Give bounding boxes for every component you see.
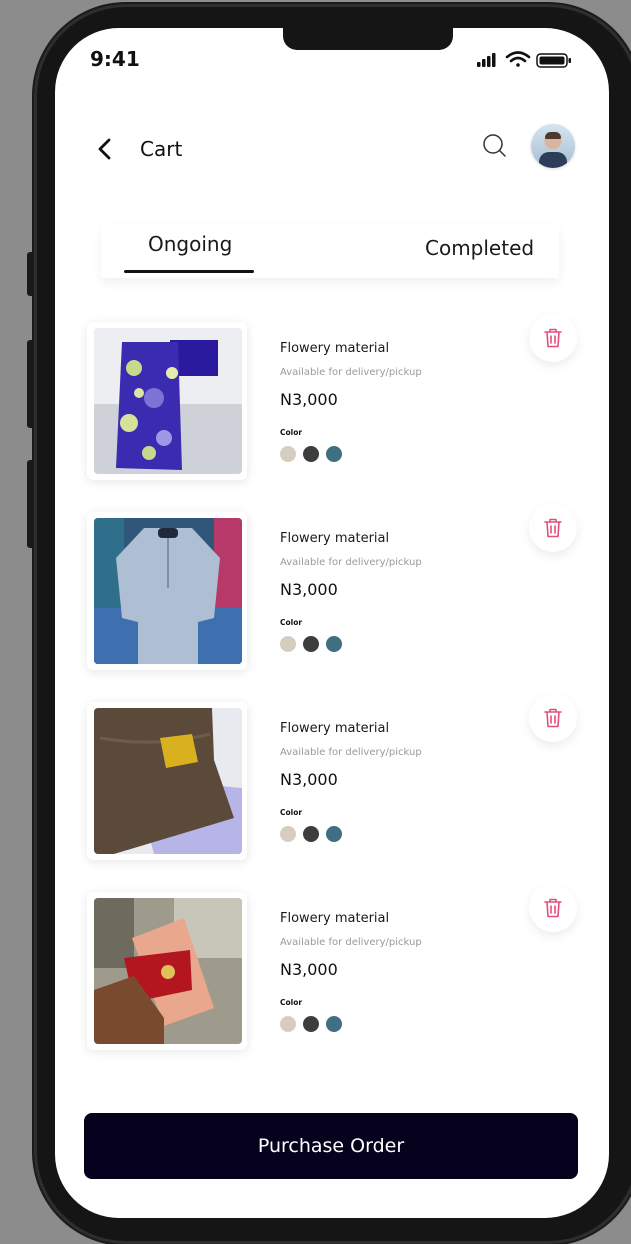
product-name: Flowery material bbox=[280, 531, 390, 546]
signal-icon bbox=[477, 53, 496, 67]
color-swatch-teal[interactable] bbox=[326, 826, 342, 842]
color-swatch-charcoal[interactable] bbox=[303, 446, 319, 462]
availability-text: Available for delivery/pickup bbox=[280, 367, 422, 378]
color-swatch-beige[interactable] bbox=[280, 446, 296, 462]
availability-text: Available for delivery/pickup bbox=[280, 747, 422, 758]
avatar[interactable] bbox=[531, 124, 575, 168]
battery-icon bbox=[536, 53, 571, 68]
availability-text: Available for delivery/pickup bbox=[280, 937, 422, 948]
notch bbox=[283, 28, 453, 50]
color-swatch-teal[interactable] bbox=[326, 1016, 342, 1032]
color-label: Color bbox=[280, 998, 303, 1007]
delete-button[interactable] bbox=[529, 314, 577, 362]
cart-item[interactable]: Flowery material Available for delivery/… bbox=[55, 504, 609, 682]
product-price: N3,000 bbox=[280, 580, 338, 599]
product-image bbox=[87, 892, 247, 1050]
availability-text: Available for delivery/pickup bbox=[280, 557, 422, 568]
page-title: Cart bbox=[140, 137, 183, 161]
color-label: Color bbox=[280, 618, 303, 627]
color-swatch-charcoal[interactable] bbox=[303, 636, 319, 652]
trash-icon bbox=[544, 708, 562, 728]
cart-item[interactable]: Flowery material Available for delivery/… bbox=[55, 884, 609, 1062]
purchase-order-button[interactable]: Purchase Order bbox=[84, 1113, 578, 1179]
tab-active-indicator bbox=[124, 270, 254, 273]
delete-button[interactable] bbox=[529, 504, 577, 552]
trash-icon bbox=[544, 898, 562, 918]
product-price: N3,000 bbox=[280, 960, 338, 979]
delete-button[interactable] bbox=[529, 884, 577, 932]
product-image bbox=[87, 512, 247, 670]
wifi-icon bbox=[505, 51, 531, 67]
cart-item[interactable]: Flowery material Available for delivery/… bbox=[55, 314, 609, 492]
product-name: Flowery material bbox=[280, 911, 390, 926]
tab-ongoing[interactable]: Ongoing bbox=[148, 232, 232, 256]
trash-icon bbox=[544, 328, 562, 348]
tab-completed[interactable]: Completed bbox=[425, 236, 534, 260]
product-name: Flowery material bbox=[280, 721, 390, 736]
tab-bar: Ongoing Completed bbox=[101, 224, 559, 278]
color-label: Color bbox=[280, 428, 303, 437]
color-swatch-charcoal[interactable] bbox=[303, 826, 319, 842]
product-image bbox=[87, 322, 247, 480]
color-swatch-beige[interactable] bbox=[280, 1016, 296, 1032]
delete-button[interactable] bbox=[529, 694, 577, 742]
color-swatch-teal[interactable] bbox=[326, 446, 342, 462]
status-time: 9:41 bbox=[90, 47, 140, 71]
product-price: N3,000 bbox=[280, 390, 338, 409]
color-swatch-teal[interactable] bbox=[326, 636, 342, 652]
color-swatch-charcoal[interactable] bbox=[303, 1016, 319, 1032]
cart-screen: 9:41 Cart Ongoing Completed Flowery mate… bbox=[55, 28, 609, 1218]
cart-item[interactable]: Flowery material Available for delivery/… bbox=[55, 694, 609, 872]
search-icon[interactable] bbox=[481, 132, 509, 160]
product-image bbox=[87, 702, 247, 860]
chevron-left-icon[interactable] bbox=[93, 136, 115, 162]
product-name: Flowery material bbox=[280, 341, 390, 356]
status-icons bbox=[473, 50, 573, 70]
product-price: N3,000 bbox=[280, 770, 338, 789]
color-swatch-beige[interactable] bbox=[280, 636, 296, 652]
color-swatch-beige[interactable] bbox=[280, 826, 296, 842]
trash-icon bbox=[544, 518, 562, 538]
color-label: Color bbox=[280, 808, 303, 817]
